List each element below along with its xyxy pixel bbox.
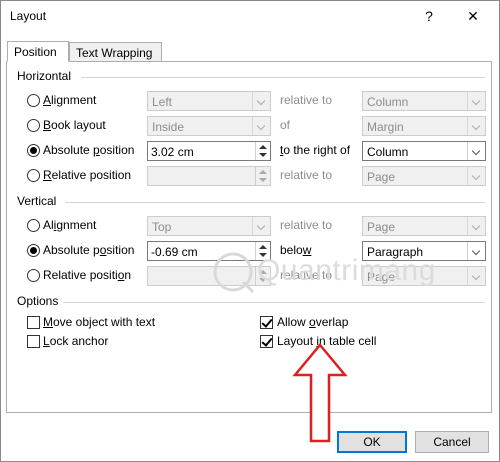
h-relative-position-target-select[interactable]: Page (362, 166, 486, 186)
h-absolute-position-spinner[interactable]: 3.02 cm (147, 141, 271, 161)
h-book-layout-select[interactable]: Inside (147, 116, 271, 136)
spinner-arrows[interactable] (255, 142, 270, 160)
tab-position[interactable]: Position (7, 41, 69, 62)
v-relative-position-spinner[interactable] (147, 266, 271, 286)
allow-overlap-label: Allow overlap (277, 315, 349, 329)
ok-button[interactable]: OK (337, 431, 407, 453)
spin-down-icon[interactable] (259, 278, 267, 282)
spin-down-icon[interactable] (259, 178, 267, 182)
v-absolute-position-radio[interactable] (27, 244, 40, 257)
spinner-arrows[interactable] (255, 267, 270, 285)
vertical-separator (65, 202, 485, 203)
h-alignment-target-select[interactable]: Column (362, 91, 486, 111)
h-alignment-label: Alignment (43, 93, 97, 107)
layout-in-table-cell-checkbox[interactable] (260, 335, 273, 348)
move-object-label: Move object with text (43, 315, 156, 329)
h-book-layout-relation: of (280, 118, 291, 132)
allow-overlap-checkbox[interactable] (260, 316, 273, 329)
h-alignment-radio[interactable] (27, 94, 40, 107)
options-group-label: Options (17, 294, 59, 308)
spinner-arrows[interactable] (255, 242, 270, 260)
tab-text-wrapping[interactable]: Text Wrapping (69, 42, 162, 62)
spin-up-icon[interactable] (259, 145, 267, 149)
chevron-down-icon (467, 167, 485, 185)
spin-up-icon[interactable] (259, 270, 267, 274)
h-absolute-position-label: Absolute position (43, 143, 135, 157)
vertical-group-label: Vertical (17, 194, 57, 208)
move-object-checkbox[interactable] (27, 316, 40, 329)
h-book-layout-radio[interactable] (27, 119, 40, 132)
lock-anchor-checkbox[interactable] (27, 335, 40, 348)
v-absolute-position-target-select[interactable]: Paragraph (362, 241, 486, 261)
h-relative-position-relation: relative to (280, 168, 333, 182)
v-relative-position-target-select[interactable]: Page (362, 266, 486, 286)
h-absolute-position-radio[interactable] (27, 144, 40, 157)
horizontal-group-label: Horizontal (17, 69, 72, 83)
v-alignment-radio[interactable] (27, 219, 40, 232)
chevron-down-icon (252, 117, 270, 135)
layout-dialog: Layout ? ✕ Position Text Wrapping Horizo… (0, 0, 500, 462)
v-alignment-target-select[interactable]: Page (362, 216, 486, 236)
dialog-title: Layout (10, 9, 47, 23)
v-relative-position-radio[interactable] (27, 269, 40, 282)
chevron-down-icon (467, 92, 485, 110)
title-bar: Layout ? ✕ (1, 1, 499, 32)
spin-down-icon[interactable] (259, 153, 267, 157)
v-alignment-select[interactable]: Top (147, 216, 271, 236)
h-relative-position-spinner[interactable] (147, 166, 271, 186)
v-alignment-label: Alignment (43, 218, 97, 232)
v-absolute-position-label: Absolute position (43, 243, 135, 257)
spin-up-icon[interactable] (259, 170, 267, 174)
chevron-down-icon (252, 92, 270, 110)
cancel-button[interactable]: Cancel (415, 431, 489, 453)
v-absolute-position-relation: below (280, 243, 312, 257)
spinner-arrows[interactable] (255, 167, 270, 185)
v-relative-position-label: Relative position (43, 268, 132, 282)
chevron-down-icon (252, 217, 270, 235)
help-button[interactable]: ? (415, 5, 443, 27)
chevron-down-icon (467, 217, 485, 235)
close-button[interactable]: ✕ (459, 5, 487, 27)
spin-down-icon[interactable] (259, 253, 267, 257)
chevron-down-icon (467, 242, 485, 260)
h-alignment-select[interactable]: Left (147, 91, 271, 111)
lock-anchor-label: Lock anchor (43, 334, 109, 348)
chevron-down-icon (467, 142, 485, 160)
options-separator (63, 302, 485, 303)
h-relative-position-label: Relative position (43, 168, 132, 182)
h-absolute-position-target-select[interactable]: Column (362, 141, 486, 161)
v-alignment-relation: relative to (280, 218, 333, 232)
h-alignment-relation: relative to (280, 93, 333, 107)
h-book-layout-target-select[interactable]: Margin (362, 116, 486, 136)
position-panel (6, 61, 492, 413)
h-absolute-position-relation: to the right of (280, 143, 351, 157)
chevron-down-icon (467, 267, 485, 285)
v-absolute-position-spinner[interactable]: -0.69 cm (147, 241, 271, 261)
spin-up-icon[interactable] (259, 245, 267, 249)
h-book-layout-label: Book layout (43, 118, 106, 132)
chevron-down-icon (467, 117, 485, 135)
horizontal-separator (81, 77, 485, 78)
h-relative-position-radio[interactable] (27, 169, 40, 182)
v-relative-position-relation: relative to (280, 268, 333, 282)
